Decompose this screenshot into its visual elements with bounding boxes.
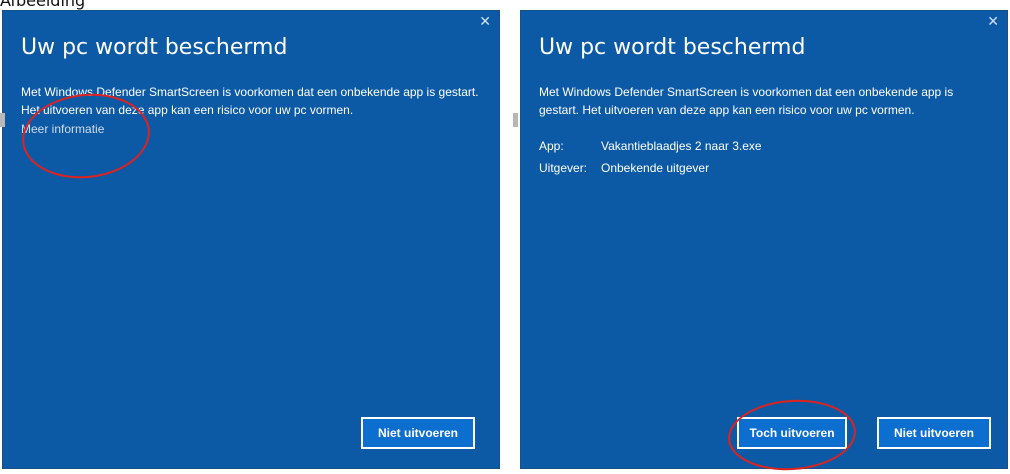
detail-row-app: App: Vakantieblaadjes 2 naar 3.exe: [539, 135, 762, 157]
close-icon[interactable]: ✕: [479, 15, 491, 29]
page-caption: Afbeelding: [0, 0, 86, 10]
dont-run-button[interactable]: Niet uitvoeren: [361, 417, 475, 449]
dialog-title: Uw pc wordt beschermd: [539, 35, 806, 60]
window-edge-mark: [0, 113, 5, 127]
run-anyway-button[interactable]: Toch uitvoeren: [737, 417, 847, 449]
smartscreen-dialog-collapsed: ✕ Uw pc wordt beschermd Met Windows Defe…: [2, 10, 500, 469]
dialog-message: Met Windows Defender SmartScreen is voor…: [21, 85, 479, 117]
detail-label: Uitgever:: [539, 161, 588, 175]
more-info-link[interactable]: Meer informatie: [21, 122, 104, 136]
smartscreen-dialog-expanded: ✕ Uw pc wordt beschermd Met Windows Defe…: [520, 10, 1008, 469]
window-edge-mark: [513, 113, 518, 127]
detail-label: App:: [539, 139, 564, 153]
detail-value: Onbekende uitgever: [601, 161, 710, 175]
dialog-title: Uw pc wordt beschermd: [21, 35, 288, 60]
detail-value: Vakantieblaadjes 2 naar 3.exe: [601, 139, 762, 153]
detail-row-publisher: Uitgever: Onbekende uitgever: [539, 157, 762, 179]
app-details: App: Vakantieblaadjes 2 naar 3.exe Uitge…: [539, 135, 762, 179]
dialog-message: Met Windows Defender SmartScreen is voor…: [539, 85, 954, 117]
close-icon[interactable]: ✕: [987, 15, 999, 29]
dont-run-button[interactable]: Niet uitvoeren: [877, 417, 991, 449]
